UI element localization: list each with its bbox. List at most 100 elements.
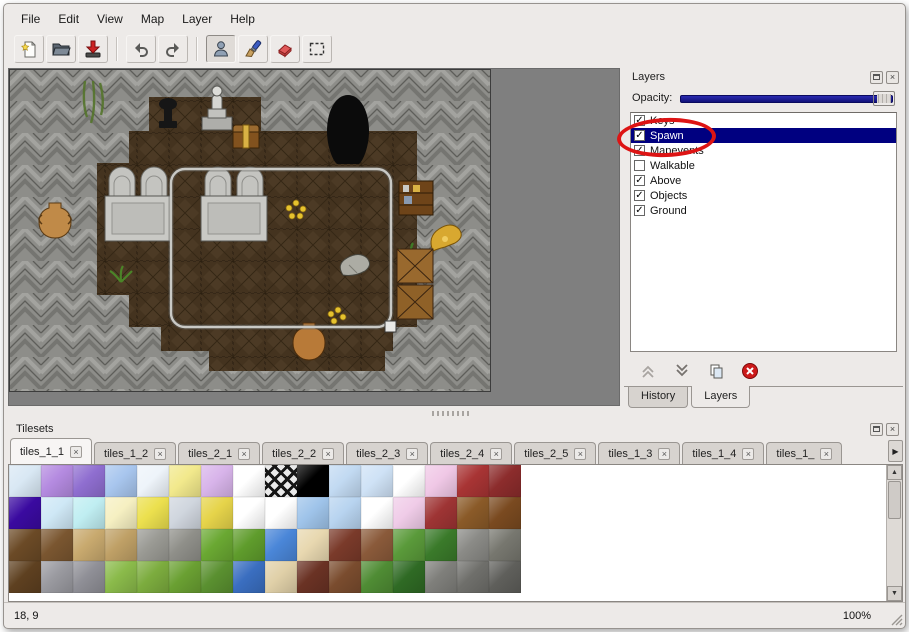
layer-visible-checkbox[interactable]: ✓ xyxy=(634,130,645,141)
tileset-tile[interactable] xyxy=(393,529,425,561)
tileset-tab-tiles_1_3[interactable]: tiles_1_3× xyxy=(598,442,680,464)
spawn-stamp-tool-button[interactable] xyxy=(206,35,236,63)
tileset-tile[interactable] xyxy=(457,465,489,497)
opacity-slider-handle[interactable] xyxy=(873,91,895,106)
tileset-tile[interactable] xyxy=(137,561,169,593)
tileset-tile[interactable] xyxy=(393,497,425,529)
layer-visible-checkbox[interactable]: ✓ xyxy=(634,190,645,201)
selection-resize-handle[interactable] xyxy=(385,321,396,332)
tileset-tile[interactable] xyxy=(425,497,457,529)
tileset-tile[interactable] xyxy=(329,497,361,529)
tileset-tile[interactable] xyxy=(41,529,73,561)
tileset-tile[interactable] xyxy=(9,497,41,529)
close-tab-icon[interactable]: × xyxy=(154,448,166,460)
layer-visible-checkbox[interactable]: ✓ xyxy=(634,145,645,156)
tileset-tile[interactable] xyxy=(73,529,105,561)
lower-layer-button[interactable] xyxy=(670,360,694,382)
close-panel-button[interactable]: × xyxy=(886,71,899,84)
tileset-tile[interactable] xyxy=(169,465,201,497)
tileset-tab-tiles_2_1[interactable]: tiles_2_1× xyxy=(178,442,260,464)
tileset-tile[interactable] xyxy=(105,465,137,497)
tileset-tile[interactable] xyxy=(297,561,329,593)
tileset-tile[interactable] xyxy=(265,561,297,593)
dock-tab-layers[interactable]: Layers xyxy=(691,386,750,408)
tileset-scrollbar[interactable]: ▲ ▼ xyxy=(886,465,902,601)
tileset-tile[interactable] xyxy=(329,529,361,561)
tileset-tab-tiles_2_3[interactable]: tiles_2_3× xyxy=(346,442,428,464)
tileset-tile[interactable] xyxy=(489,497,521,529)
tileset-tile[interactable] xyxy=(233,561,265,593)
layer-row-objects[interactable]: ✓Objects xyxy=(631,188,896,203)
tileset-tile[interactable] xyxy=(169,497,201,529)
tileset-tab-tiles_1_4[interactable]: tiles_1_4× xyxy=(682,442,764,464)
tileset-tile[interactable] xyxy=(169,529,201,561)
menu-layer[interactable]: Layer xyxy=(173,8,221,30)
layer-visible-checkbox[interactable]: ✓ xyxy=(634,205,645,216)
tileset-tile[interactable] xyxy=(105,561,137,593)
tileset-tab-tiles_2_4[interactable]: tiles_2_4× xyxy=(430,442,512,464)
tileset-tile[interactable] xyxy=(297,529,329,561)
splitter-grip-icon[interactable] xyxy=(432,411,472,416)
tileset-tile[interactable] xyxy=(489,465,521,497)
opacity-slider-track[interactable] xyxy=(680,95,893,103)
menu-edit[interactable]: Edit xyxy=(49,8,88,30)
tileset-tile[interactable] xyxy=(9,465,41,497)
layer-row-ground[interactable]: ✓Ground xyxy=(631,203,896,218)
save-button[interactable] xyxy=(78,35,108,63)
eraser-tool-button[interactable] xyxy=(270,35,300,63)
scroll-up-button[interactable]: ▲ xyxy=(887,465,902,480)
tileset-tile[interactable] xyxy=(9,529,41,561)
tileset-tile[interactable] xyxy=(329,465,361,497)
tileset-tile[interactable] xyxy=(425,529,457,561)
tileset-tile[interactable] xyxy=(393,465,425,497)
resize-grip[interactable] xyxy=(889,612,903,626)
close-tab-icon[interactable]: × xyxy=(574,448,586,460)
scroll-tabs-right-button[interactable]: ▶ xyxy=(888,440,903,462)
tileset-tile[interactable] xyxy=(265,529,297,561)
close-tab-icon[interactable]: × xyxy=(70,446,82,458)
tileset-tile[interactable] xyxy=(361,497,393,529)
tileset-tile[interactable] xyxy=(137,497,169,529)
tileset-tab-tiles_2_5[interactable]: tiles_2_5× xyxy=(514,442,596,464)
scrollbar-track[interactable] xyxy=(887,520,902,586)
close-tab-icon[interactable]: × xyxy=(322,448,334,460)
tileset-tile[interactable] xyxy=(9,561,41,593)
opacity-slider[interactable] xyxy=(680,91,895,106)
tileset-tile[interactable] xyxy=(265,465,297,497)
layer-row-spawn[interactable]: ✓Spawn xyxy=(631,128,896,143)
tileset-tile[interactable] xyxy=(201,529,233,561)
tileset-tile[interactable] xyxy=(265,497,297,529)
close-tab-icon[interactable]: × xyxy=(406,448,418,460)
close-tab-icon[interactable]: × xyxy=(238,448,250,460)
scroll-down-button[interactable]: ▼ xyxy=(887,586,902,601)
layer-row-keys[interactable]: ✓Keys xyxy=(631,113,896,128)
undo-button[interactable] xyxy=(126,35,156,63)
close-tab-icon[interactable]: × xyxy=(820,448,832,460)
new-file-button[interactable] xyxy=(14,35,44,63)
tileset-tile[interactable] xyxy=(361,465,393,497)
tileset-tile[interactable] xyxy=(233,497,265,529)
tileset-tab-tiles_2_2[interactable]: tiles_2_2× xyxy=(262,442,344,464)
tileset-tile[interactable] xyxy=(41,561,73,593)
layer-row-mapevents[interactable]: ✓Mapevents xyxy=(631,143,896,158)
tileset-tile[interactable] xyxy=(361,529,393,561)
close-panel-button[interactable]: × xyxy=(886,423,899,436)
layer-visible-checkbox[interactable]: ✓ xyxy=(634,115,645,126)
tileset-tile[interactable] xyxy=(457,497,489,529)
menu-file[interactable]: File xyxy=(12,8,49,30)
tileset-tile[interactable] xyxy=(425,465,457,497)
dock-tab-history[interactable]: History xyxy=(628,387,688,408)
tileset-tile[interactable] xyxy=(201,497,233,529)
tileset-tile[interactable] xyxy=(201,561,233,593)
tileset-tile[interactable] xyxy=(137,465,169,497)
tileset-tile[interactable] xyxy=(489,561,521,593)
tileset-tile[interactable] xyxy=(297,497,329,529)
tileset-tile[interactable] xyxy=(169,561,201,593)
tileset-tab-tiles_1_2[interactable]: tiles_1_2× xyxy=(94,442,176,464)
tileset-area[interactable] xyxy=(9,465,886,601)
tileset-tile[interactable] xyxy=(233,465,265,497)
tileset-tile[interactable] xyxy=(137,529,169,561)
tileset-tile[interactable] xyxy=(41,497,73,529)
tileset-tile[interactable] xyxy=(105,497,137,529)
float-panel-button[interactable] xyxy=(870,423,883,436)
